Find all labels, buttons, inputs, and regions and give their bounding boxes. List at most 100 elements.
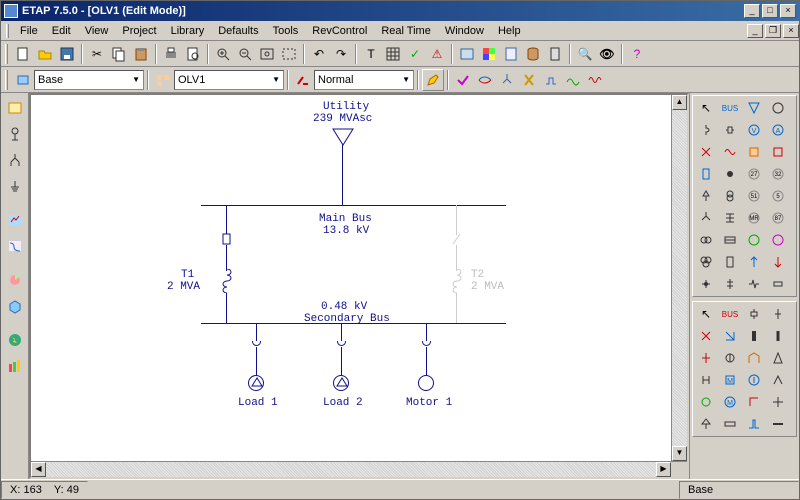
el2-11[interactable] [742, 347, 766, 369]
menu-revcontrol[interactable]: RevControl [305, 23, 374, 39]
elem-27[interactable] [742, 229, 766, 251]
zoom-fit-button[interactable] [256, 43, 278, 65]
elem-29[interactable] [694, 251, 718, 273]
settings-button[interactable] [456, 43, 478, 65]
menu-edit[interactable]: Edit [45, 23, 78, 39]
el2-20[interactable] [766, 391, 790, 413]
el2-24[interactable] [766, 413, 790, 435]
warning-button[interactable]: ⚠ [426, 43, 448, 65]
elem-33[interactable] [694, 273, 718, 295]
elem-28[interactable] [766, 229, 790, 251]
child-minimize-button[interactable]: _ [747, 24, 763, 38]
motor-symbol[interactable] [418, 375, 434, 391]
base-combo[interactable]: Base▼ [34, 70, 144, 90]
main-bus[interactable] [201, 205, 506, 206]
elem-20[interactable]: 5 [766, 185, 790, 207]
new-button[interactable] [12, 43, 34, 65]
el2-23[interactable] [742, 413, 766, 435]
el2-9[interactable] [694, 347, 718, 369]
text-tool-button[interactable]: T [360, 43, 382, 65]
scroll-left-button[interactable]: ◀ [31, 462, 46, 477]
elem-17[interactable] [694, 185, 718, 207]
bus-tool[interactable] [3, 122, 27, 146]
print-preview-button[interactable] [182, 43, 204, 65]
source-element[interactable] [742, 97, 766, 119]
view-icon[interactable] [152, 69, 174, 91]
minimize-button[interactable]: _ [744, 4, 760, 18]
elem-26[interactable] [718, 229, 742, 251]
transformer-t1[interactable] [218, 269, 236, 293]
elem-14[interactable] [718, 163, 742, 185]
menu-library[interactable]: Library [164, 23, 212, 39]
redo-button[interactable]: ↷ [330, 43, 352, 65]
elem-21[interactable] [694, 207, 718, 229]
elem-23[interactable]: MR [742, 207, 766, 229]
tool-b[interactable] [474, 69, 496, 91]
zoom-out-button[interactable] [234, 43, 256, 65]
menu-project[interactable]: Project [115, 23, 163, 39]
el2-4[interactable] [766, 303, 790, 325]
menu-help[interactable]: Help [491, 23, 528, 39]
elem-11[interactable] [742, 141, 766, 163]
tool-g[interactable] [584, 69, 606, 91]
menu-window[interactable]: Window [438, 23, 491, 39]
load-symbol[interactable] [333, 375, 349, 391]
child-close-button[interactable]: × [783, 24, 799, 38]
el2-22[interactable] [718, 413, 742, 435]
vertical-scrollbar[interactable]: ▲ ▼ [671, 95, 687, 461]
elem-18[interactable] [718, 185, 742, 207]
menu-file[interactable]: File [13, 23, 45, 39]
el2-12[interactable] [766, 347, 790, 369]
tool-d[interactable] [518, 69, 540, 91]
gen-element[interactable] [766, 97, 790, 119]
tool-a[interactable] [452, 69, 474, 91]
elem-6[interactable] [718, 119, 742, 141]
elem-31[interactable] [742, 251, 766, 273]
el2-6[interactable] [718, 325, 742, 347]
el2-10[interactable] [718, 347, 742, 369]
pointer-tool[interactable]: ↖ [694, 97, 718, 119]
pencil-button[interactable] [422, 69, 444, 91]
elem-7[interactable]: V [742, 119, 766, 141]
elem-9[interactable] [694, 141, 718, 163]
elem-5[interactable] [694, 119, 718, 141]
pointer-tool-2[interactable]: ↖ [694, 303, 718, 325]
diagram-canvas[interactable]: Utility 239 MVAsc Main Bus 13.8 kV [31, 95, 671, 461]
elem-32[interactable] [766, 251, 790, 273]
elem-10[interactable] [718, 141, 742, 163]
open-button[interactable] [34, 43, 56, 65]
report-button[interactable] [500, 43, 522, 65]
el2-14[interactable]: M [718, 369, 742, 391]
paste-button[interactable] [130, 43, 152, 65]
branch-tool[interactable] [3, 148, 27, 172]
calculator-button[interactable] [544, 43, 566, 65]
elem-25[interactable] [694, 229, 718, 251]
elem-19[interactable]: 51 [742, 185, 766, 207]
view-combo[interactable]: OLV1▼ [174, 70, 284, 90]
tool-e[interactable] [540, 69, 562, 91]
el2-5[interactable] [694, 325, 718, 347]
maximize-button[interactable]: □ [762, 4, 778, 18]
color-tool[interactable] [3, 354, 27, 378]
el2-21[interactable] [694, 413, 718, 435]
el2-17[interactable] [694, 391, 718, 413]
menu-view[interactable]: View [78, 23, 116, 39]
pie-tool[interactable] [3, 268, 27, 292]
menu-realtime[interactable]: Real Time [374, 23, 438, 39]
elem-35[interactable] [742, 273, 766, 295]
el2-13[interactable] [694, 369, 718, 391]
el2-19[interactable] [742, 391, 766, 413]
el2-18[interactable]: M [718, 391, 742, 413]
el2-15[interactable] [742, 369, 766, 391]
select-tool[interactable] [3, 96, 27, 120]
3d-tool[interactable] [3, 294, 27, 318]
scroll-right-button[interactable]: ▶ [656, 462, 671, 477]
elem-13[interactable] [694, 163, 718, 185]
elem-34[interactable] [718, 273, 742, 295]
database-button[interactable] [522, 43, 544, 65]
bus-element[interactable]: BUS [718, 97, 742, 119]
elem-22[interactable] [718, 207, 742, 229]
undo-button[interactable]: ↶ [308, 43, 330, 65]
elem-30[interactable] [718, 251, 742, 273]
scroll-down-button[interactable]: ▼ [672, 446, 687, 461]
